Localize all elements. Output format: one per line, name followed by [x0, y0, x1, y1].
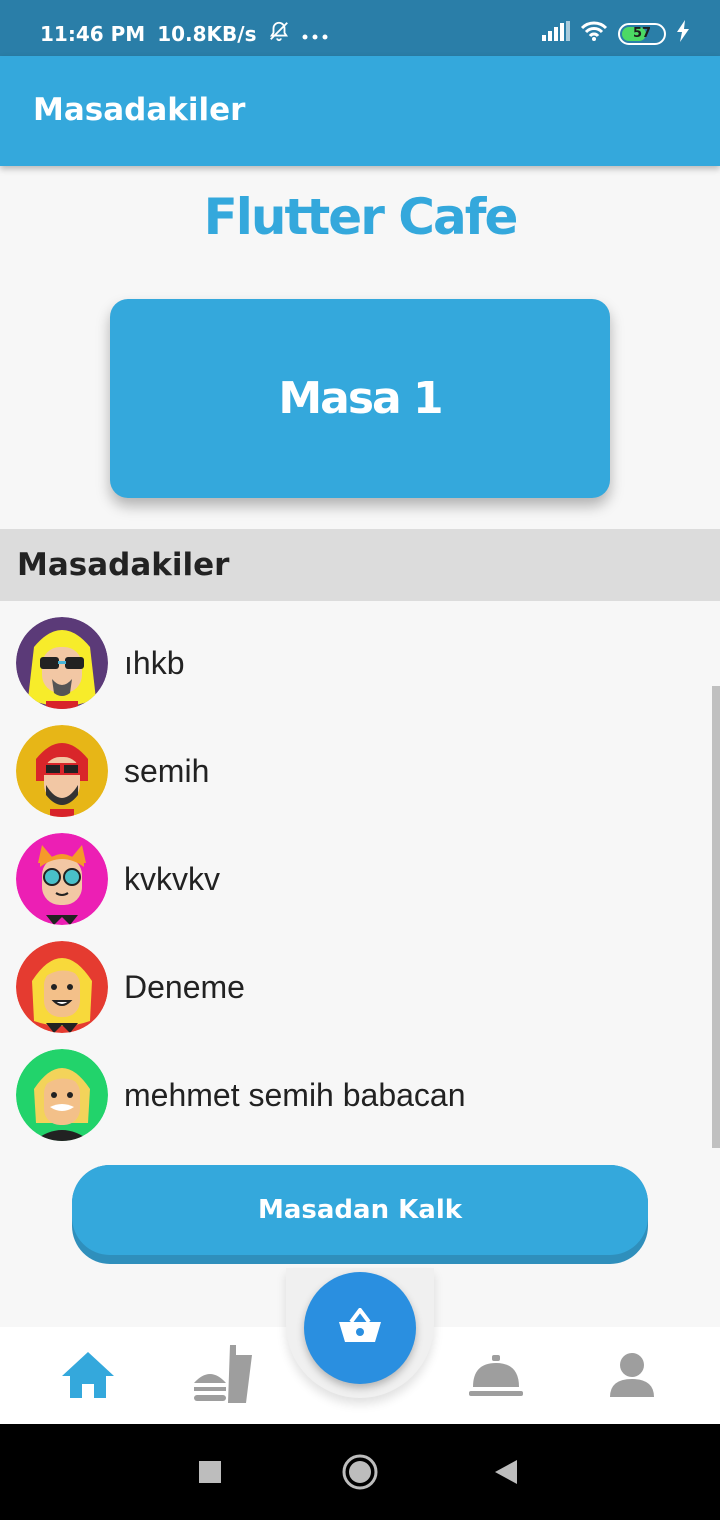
status-time: 11:46 PM	[40, 21, 146, 46]
more-dots-icon	[302, 22, 328, 46]
leave-table-button-face: Masadan Kalk	[72, 1165, 648, 1255]
back-triangle-icon	[493, 1458, 519, 1491]
status-right: 57	[542, 20, 690, 47]
avatar	[16, 1049, 108, 1141]
brand-title: Flutter Cafe	[203, 188, 519, 246]
cart-fab-button[interactable]	[304, 1272, 416, 1384]
signal-icon	[542, 21, 570, 46]
person-icon	[608, 1351, 656, 1404]
wifi-icon	[580, 20, 608, 47]
app-bar-title: Masadakiler	[33, 92, 246, 128]
nav-profile[interactable]	[600, 1345, 664, 1409]
fast-food-icon	[190, 1344, 254, 1410]
charging-icon	[676, 20, 690, 47]
member-name: mehmet semih babacan	[124, 1077, 466, 1113]
app-bar: Masadakiler	[0, 56, 720, 166]
nav-home[interactable]	[56, 1345, 120, 1409]
member-list: ıhkb semih kvkvkv Deneme mehmet semih ba…	[0, 601, 720, 1153]
nav-orders[interactable]	[464, 1345, 528, 1409]
leave-table-button[interactable]: Masadan Kalk	[72, 1165, 648, 1264]
list-item[interactable]: kvkvkv	[0, 817, 700, 925]
room-service-icon	[467, 1353, 525, 1402]
list-item[interactable]: semih	[0, 709, 700, 817]
list-item[interactable]: Deneme	[0, 925, 700, 1033]
list-item[interactable]: mehmet semih babacan	[0, 1033, 700, 1141]
battery-icon: 57	[618, 22, 666, 45]
member-name: ıhkb	[124, 645, 185, 681]
status-left: 11:46 PM 10.8KB/s	[40, 20, 328, 47]
square-icon	[198, 1460, 222, 1489]
basket-icon	[337, 1306, 383, 1349]
member-name: semih	[124, 753, 210, 789]
battery-level: 57	[632, 26, 652, 41]
bell-off-icon	[268, 20, 290, 47]
table-card[interactable]: Masa 1	[110, 299, 610, 498]
table-card-label: Masa 1	[278, 373, 443, 424]
avatar	[16, 833, 108, 925]
member-name: kvkvkv	[124, 861, 220, 897]
status-speed: 10.8KB/s	[157, 21, 257, 46]
back-button[interactable]	[484, 1452, 528, 1496]
avatar	[16, 617, 108, 709]
home-icon	[60, 1350, 116, 1405]
list-item[interactable]: ıhkb	[0, 601, 700, 709]
nav-menu[interactable]	[190, 1344, 254, 1410]
status-bar: 11:46 PM 10.8KB/s 57	[0, 0, 720, 56]
section-header: Masadakiler	[0, 529, 720, 601]
member-name: Deneme	[124, 969, 245, 1005]
leave-table-button-label: Masadan Kalk	[257, 1195, 463, 1225]
list-scrollbar[interactable]	[712, 686, 720, 1148]
recents-button[interactable]	[188, 1452, 232, 1496]
circle-icon	[340, 1452, 380, 1497]
avatar	[16, 941, 108, 1033]
section-title: Masadakiler	[17, 547, 230, 583]
avatar	[16, 725, 108, 817]
home-system-button[interactable]	[338, 1452, 382, 1496]
